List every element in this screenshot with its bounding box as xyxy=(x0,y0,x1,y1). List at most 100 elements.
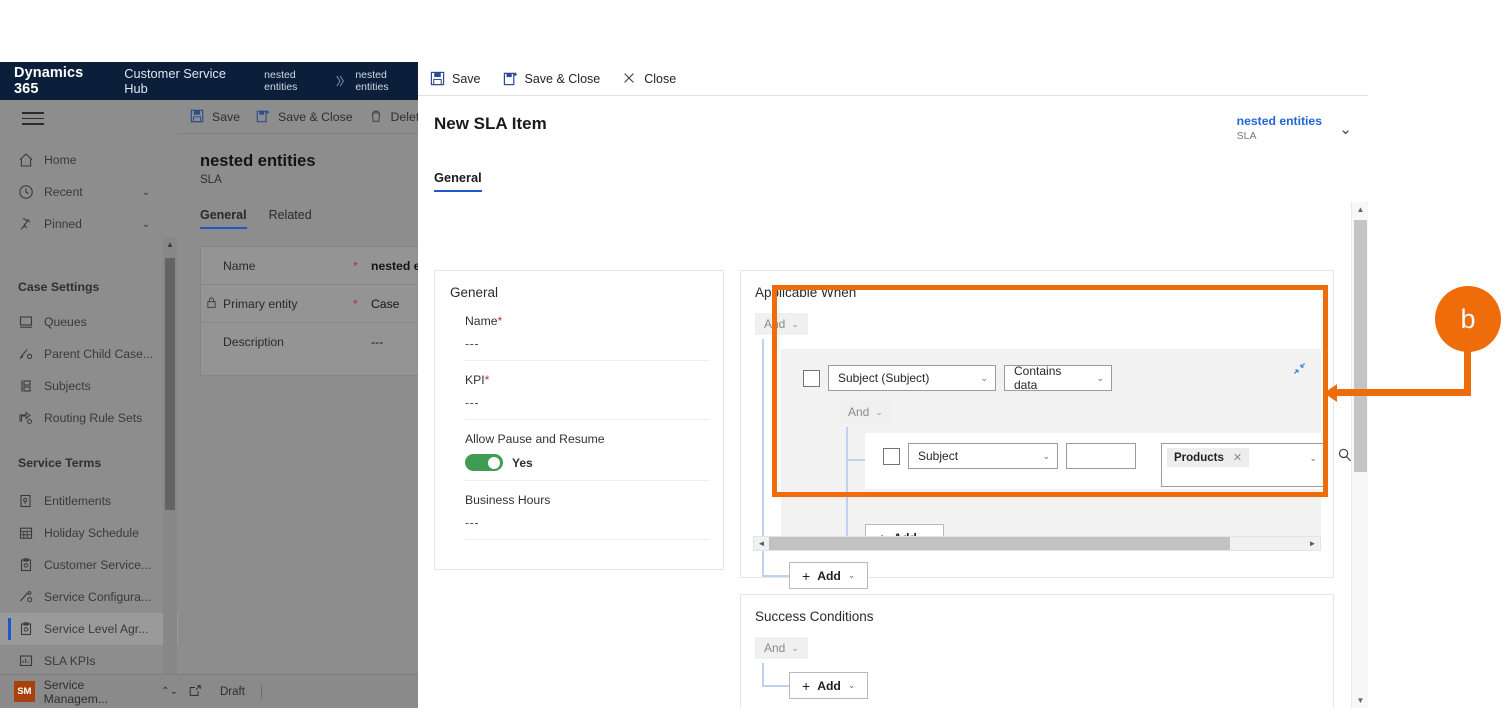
breadcrumb-item-0[interactable]: nested entities xyxy=(264,69,329,93)
field-business-hours[interactable]: Business Hours --- xyxy=(465,481,709,540)
dialog-save-button[interactable]: Save xyxy=(430,71,481,87)
dialog-scrollbar[interactable]: ▲ ▼ xyxy=(1351,202,1368,708)
condition-field-select[interactable]: Subject (Subject) ⌄ xyxy=(828,365,996,391)
field-name[interactable]: Name* --- xyxy=(465,302,709,361)
sidebar-area-switcher[interactable]: SM Service Managem... ⌃⌄ xyxy=(0,674,178,708)
annotation-arrow-horizontal xyxy=(1337,389,1471,396)
chevron-down-icon[interactable]: ⌄ xyxy=(1339,120,1352,138)
field-allow-pause-and-resume[interactable]: Allow Pause and Resume Yes xyxy=(465,420,709,481)
screenshot-root: Dynamics 365 Customer Service Hub nested… xyxy=(0,0,1506,728)
field-row-description[interactable]: Description --- xyxy=(201,323,420,361)
nested-condition-checkbox[interactable] xyxy=(883,447,900,465)
chevron-down-icon[interactable]: ⌄ xyxy=(142,219,150,230)
condition-operator-select[interactable]: Contains data ⌄ xyxy=(1004,364,1112,392)
tag-label: Products xyxy=(1174,451,1224,464)
sidebar-item-label: Routing Rule Sets xyxy=(44,411,143,425)
hamburger-icon[interactable] xyxy=(22,112,44,126)
general-section: General Name* --- KPI* --- Allow Pause a… xyxy=(434,270,724,570)
sidebar-scrollbar[interactable]: ▲ ▼ xyxy=(163,238,177,708)
applicable-when-root-operator[interactable]: And ⌄ xyxy=(755,313,808,335)
applicable-when-hscrollbar[interactable]: ◄ ► xyxy=(753,536,1321,551)
scrollbar-thumb[interactable] xyxy=(165,258,175,510)
sidebar-item-routing-rule-sets[interactable]: Routing Rule Sets xyxy=(0,402,178,434)
scroll-left-arrow[interactable]: ◄ xyxy=(754,539,769,548)
close-icon[interactable]: ✕ xyxy=(1233,451,1242,464)
breadcrumb-item-1[interactable]: nested entities xyxy=(355,69,420,93)
allow-pause-resume-toggle[interactable] xyxy=(465,454,503,471)
add-label: Add xyxy=(817,678,841,693)
chevron-down-icon[interactable]: ⌄ xyxy=(1309,453,1317,464)
dialog-reference-link[interactable]: nested entities xyxy=(1237,114,1322,128)
collapse-arrows-icon[interactable] xyxy=(1292,361,1307,381)
dialog-close-label: Close xyxy=(644,71,677,86)
trash-icon xyxy=(369,109,385,125)
scrollbar-thumb[interactable] xyxy=(1354,220,1367,472)
condition-checkbox[interactable] xyxy=(803,369,820,387)
chevron-right-icon: 〉〉 xyxy=(335,76,350,88)
value-tag-products[interactable]: Products ✕ xyxy=(1167,448,1250,467)
record-tabs: General Related xyxy=(200,208,312,229)
save-icon xyxy=(190,109,206,125)
chevron-down-icon[interactable]: ⌄ xyxy=(142,187,150,198)
dialog-close-button[interactable]: Close xyxy=(622,71,676,87)
tab-related[interactable]: Related xyxy=(269,208,312,229)
dialog-title: New SLA Item xyxy=(434,114,547,133)
scroll-up-arrow[interactable]: ▲ xyxy=(1352,205,1368,214)
field-label-text: Business Hours xyxy=(465,493,551,507)
chevron-up-down-icon[interactable]: ⌃⌄ xyxy=(161,686,178,697)
breadcrumb: nested entities 〉〉 nested entities xyxy=(248,69,420,93)
status-label: Draft xyxy=(220,685,245,698)
sidebar-item-label: Queues xyxy=(44,315,87,329)
sidebar-item-home[interactable]: Home xyxy=(0,144,178,176)
applicable-when-add-button[interactable]: + Add ⌄ xyxy=(789,562,869,589)
field-row-name[interactable]: Name * nested e xyxy=(201,247,420,285)
dialog-save-and-close-button[interactable]: Save & Close xyxy=(503,71,601,87)
plus-icon: + xyxy=(802,567,811,584)
sidebar-item-service-configuration[interactable]: Service Configura... xyxy=(0,581,178,613)
hscroll-thumb[interactable] xyxy=(769,537,1230,550)
save-button[interactable]: Save xyxy=(190,109,240,125)
routing-rule-sets-icon xyxy=(18,410,34,426)
sidebar-item-sla-kpis[interactable]: SLA KPIs xyxy=(0,645,178,677)
field-kpi[interactable]: KPI* --- xyxy=(465,361,709,420)
sidebar-item-entitlements[interactable]: Entitlements xyxy=(0,485,178,517)
tab-general[interactable]: General xyxy=(200,208,247,229)
delete-button[interactable]: Delete xyxy=(369,109,420,125)
sidebar-item-service-level-agreements[interactable]: Service Level Agr... xyxy=(0,613,178,645)
nested-operator[interactable]: And ⌄ xyxy=(839,401,892,423)
sidebar-item-customer-service[interactable]: Customer Service... xyxy=(0,549,178,581)
record-subtitle: SLA xyxy=(200,174,222,186)
sidebar-item-pinned[interactable]: Pinned ⌄ xyxy=(0,208,178,240)
dialog-reference[interactable]: nested entities SLA xyxy=(1237,114,1322,142)
field-label: Business Hours xyxy=(465,493,709,507)
nested-condition-field-select[interactable]: Subject ⌄ xyxy=(908,443,1058,469)
scroll-down-arrow[interactable]: ▼ xyxy=(1352,696,1368,705)
sidebar-item-holiday-schedule[interactable]: Holiday Schedule xyxy=(0,517,178,549)
dialog-save-and-close-label: Save & Close xyxy=(524,71,601,86)
toggle-wrap[interactable]: Yes xyxy=(465,454,709,471)
app-navbar: Dynamics 365 Customer Service Hub nested… xyxy=(0,62,420,100)
scroll-up-arrow[interactable]: ▲ xyxy=(166,240,174,249)
sidebar-item-subjects[interactable]: Subjects xyxy=(0,370,178,402)
nested-condition-value-lookup[interactable]: Products ✕ ⌄ xyxy=(1161,443,1327,487)
sidebar-item-label: Recent xyxy=(44,185,83,199)
dialog-body: General Name* --- KPI* --- Allow Pause a… xyxy=(418,202,1368,708)
nested-condition-operator-input[interactable] xyxy=(1066,443,1136,469)
sidebar-item-queues[interactable]: Queues xyxy=(0,306,178,338)
sidebar-item-recent[interactable]: Recent ⌄ xyxy=(0,176,178,208)
save-icon xyxy=(430,71,446,87)
success-conditions-root-operator[interactable]: And ⌄ xyxy=(755,637,808,659)
clipboard-icon xyxy=(18,557,34,573)
save-and-close-button[interactable]: Save & Close xyxy=(256,109,353,125)
sidebar-item-parent-child-case[interactable]: Parent Child Case... xyxy=(0,338,178,370)
required-marker: * xyxy=(484,373,490,387)
popout-icon[interactable] xyxy=(188,684,204,700)
background-application: Dynamics 365 Customer Service Hub nested… xyxy=(0,62,420,708)
nested-condition-field-value: Subject xyxy=(918,449,959,463)
field-label-text: KPI xyxy=(465,373,485,387)
hscroll-track[interactable] xyxy=(769,537,1305,550)
tab-general[interactable]: General xyxy=(434,170,482,192)
field-row-primary-entity[interactable]: Primary entity * Case xyxy=(201,285,420,323)
scroll-right-arrow[interactable]: ► xyxy=(1305,539,1320,548)
success-conditions-add-button[interactable]: + Add ⌄ xyxy=(789,672,869,699)
